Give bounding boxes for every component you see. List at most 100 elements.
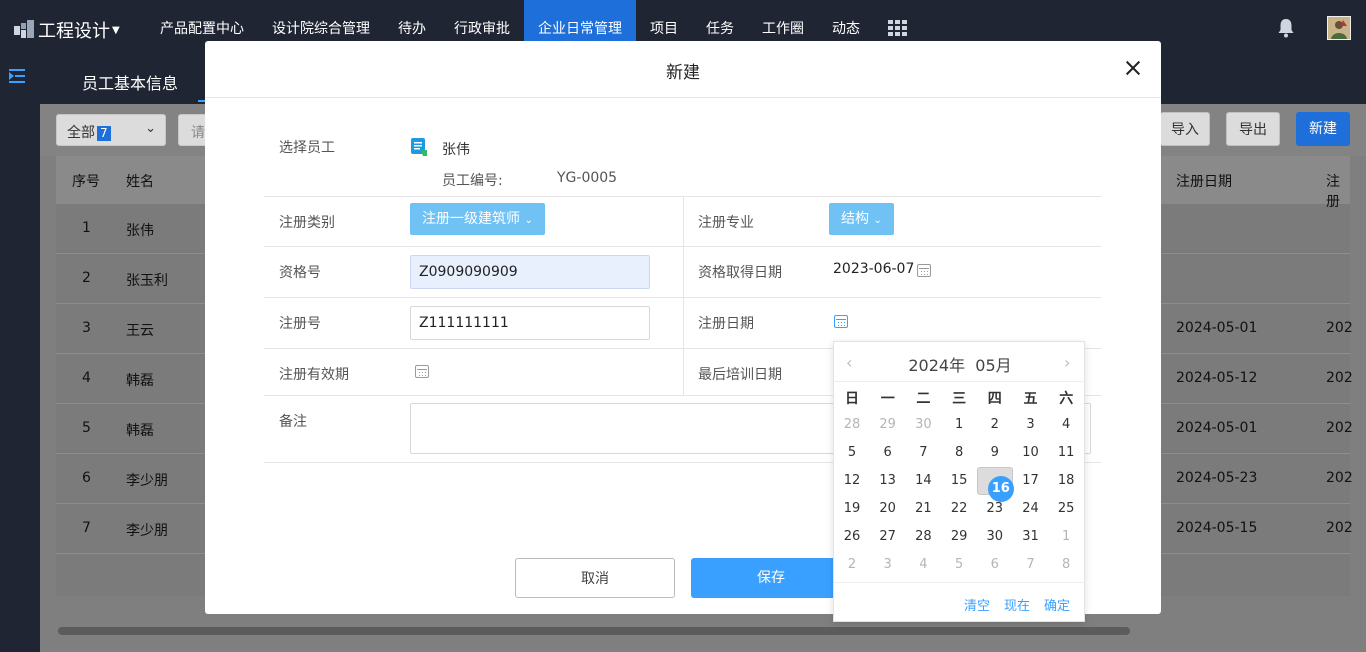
- calendar-day-number: 6: [990, 557, 999, 572]
- import-button[interactable]: 导入: [1160, 112, 1210, 146]
- calendar-icon[interactable]: [917, 264, 931, 277]
- calendar-day-number: 1: [954, 417, 964, 432]
- calendar-day[interactable]: 15: [941, 467, 977, 495]
- row-next: 202: [1326, 370, 1353, 386]
- row-name: 李少朋: [126, 473, 168, 489]
- row-index: 2: [82, 270, 91, 286]
- weekday-label: 二: [916, 391, 931, 407]
- calendar-day[interactable]: 31: [1013, 523, 1049, 551]
- calendar-day[interactable]: 27: [870, 523, 906, 551]
- row-name: 张玉利: [126, 273, 168, 289]
- calendar-day[interactable]: 3: [870, 551, 906, 579]
- horizontal-scrollbar[interactable]: [58, 627, 1130, 635]
- calendar-day[interactable]: 8: [1048, 551, 1084, 579]
- save-button[interactable]: 保存: [691, 558, 851, 598]
- calendar-day[interactable]: 20: [870, 495, 906, 523]
- dialog-header-divider: [205, 97, 1161, 98]
- calendar-day[interactable]: 4: [905, 551, 941, 579]
- app-logo[interactable]: 工程设计 ▼: [14, 17, 120, 43]
- calendar-day[interactable]: 28: [834, 411, 870, 439]
- calendar-day-number: 15: [950, 473, 968, 488]
- weekday-label: 五: [1023, 391, 1038, 407]
- calendar-day[interactable]: 3: [1013, 411, 1049, 439]
- calendar-day[interactable]: 17: [1013, 467, 1049, 495]
- calendar-day[interactable]: 19: [834, 495, 870, 523]
- menu-toggle-icon[interactable]: [9, 68, 27, 84]
- calendar-day[interactable]: 22: [941, 495, 977, 523]
- calendar-day[interactable]: 6: [977, 551, 1013, 579]
- year-label[interactable]: 2024年: [908, 356, 965, 375]
- calendar-day-number: 28: [915, 529, 932, 544]
- reg-no-input[interactable]: Z111111111: [410, 306, 650, 340]
- chevron-down-icon: ▼: [112, 24, 120, 36]
- qual-no-input[interactable]: Z0909090909: [410, 255, 650, 289]
- calendar-day[interactable]: 13: [870, 467, 906, 495]
- reg-category-select[interactable]: 注册一级建筑师 ⌄: [410, 203, 545, 235]
- calendar-day[interactable]: 2: [834, 551, 870, 579]
- calendar-day[interactable]: 2: [977, 411, 1013, 439]
- row-name: 王云: [126, 323, 154, 339]
- confirm-button[interactable]: 确定: [1044, 595, 1070, 614]
- calendar-day-number: 4: [1062, 417, 1071, 432]
- calendar-icon[interactable]: [834, 315, 848, 328]
- calendar-day-number: 4: [919, 557, 928, 572]
- weekday-label: 六: [1059, 391, 1074, 407]
- reg-category-value: 注册一级建筑师: [422, 211, 520, 227]
- calendar-day[interactable]: 30: [905, 411, 941, 439]
- calendar-day[interactable]: 1: [941, 411, 977, 439]
- date-picker-footer-divider: [834, 582, 1086, 583]
- calendar-day-number: 23: [986, 501, 1004, 516]
- calendar-day[interactable]: 24: [1013, 495, 1049, 523]
- calendar-icon[interactable]: [415, 365, 429, 378]
- calendar-day[interactable]: 29: [941, 523, 977, 551]
- bell-icon[interactable]: [1277, 18, 1295, 38]
- calendar-day[interactable]: 28: [905, 523, 941, 551]
- calendar-day[interactable]: 5: [834, 439, 870, 467]
- calendar-day[interactable]: 21: [905, 495, 941, 523]
- calendar-day[interactable]: 12: [834, 467, 870, 495]
- reg-major-select[interactable]: 结构 ⌄: [829, 203, 894, 235]
- row-next: 202: [1326, 320, 1353, 336]
- cancel-button[interactable]: 取消: [515, 558, 675, 598]
- avatar[interactable]: [1327, 16, 1351, 40]
- calendar-day[interactable]: 30: [977, 523, 1013, 551]
- calendar-day[interactable]: 26: [834, 523, 870, 551]
- next-month-icon[interactable]: ›: [1064, 353, 1070, 372]
- calendar-day[interactable]: 8: [941, 439, 977, 467]
- calendar-day[interactable]: 6: [870, 439, 906, 467]
- clear-button[interactable]: 清空: [964, 595, 990, 614]
- calendar-day[interactable]: 29: [870, 411, 906, 439]
- calendar-day[interactable]: 1: [1048, 523, 1084, 551]
- calendar-day-number: 8: [1062, 557, 1071, 572]
- reg-date-label: 注册日期: [698, 316, 754, 332]
- export-button[interactable]: 导出: [1226, 112, 1280, 146]
- close-icon[interactable]: [1125, 60, 1141, 76]
- calendar-day-number: 9: [990, 445, 999, 460]
- calendar-day[interactable]: 5: [941, 551, 977, 579]
- row-index: 4: [82, 370, 91, 386]
- calendar-day[interactable]: 7: [905, 439, 941, 467]
- calendar-day-selected[interactable]: 16: [976, 467, 1014, 502]
- now-button[interactable]: 现在: [1004, 595, 1030, 614]
- weekday-label: 一: [880, 391, 895, 407]
- calendar-day[interactable]: 9: [977, 439, 1013, 467]
- tab-employee-info[interactable]: 员工基本信息: [82, 70, 178, 94]
- calendar-day[interactable]: 10: [1013, 439, 1049, 467]
- remark-label: 备注: [279, 414, 307, 430]
- app-title: 工程设计: [38, 21, 110, 42]
- calendar-day[interactable]: 23: [977, 495, 1013, 523]
- filter-label: 全部: [67, 125, 95, 141]
- calendar-day[interactable]: 7: [1013, 551, 1049, 579]
- calendar-day[interactable]: 25: [1048, 495, 1084, 523]
- month-label[interactable]: 05月: [975, 356, 1011, 375]
- employee-card-icon[interactable]: [411, 138, 427, 156]
- calendar-day-number: 25: [1057, 501, 1075, 516]
- qual-date-value[interactable]: 2023-06-07: [833, 261, 914, 277]
- filter-select[interactable]: 全部 7 ⌄: [56, 114, 166, 146]
- employee-no-value: YG-0005: [557, 170, 618, 186]
- calendar-day[interactable]: 11: [1048, 439, 1084, 467]
- calendar-day[interactable]: 18: [1048, 467, 1084, 495]
- new-button[interactable]: 新建: [1296, 112, 1350, 146]
- calendar-day[interactable]: 4: [1048, 411, 1084, 439]
- calendar-day[interactable]: 14: [905, 467, 941, 495]
